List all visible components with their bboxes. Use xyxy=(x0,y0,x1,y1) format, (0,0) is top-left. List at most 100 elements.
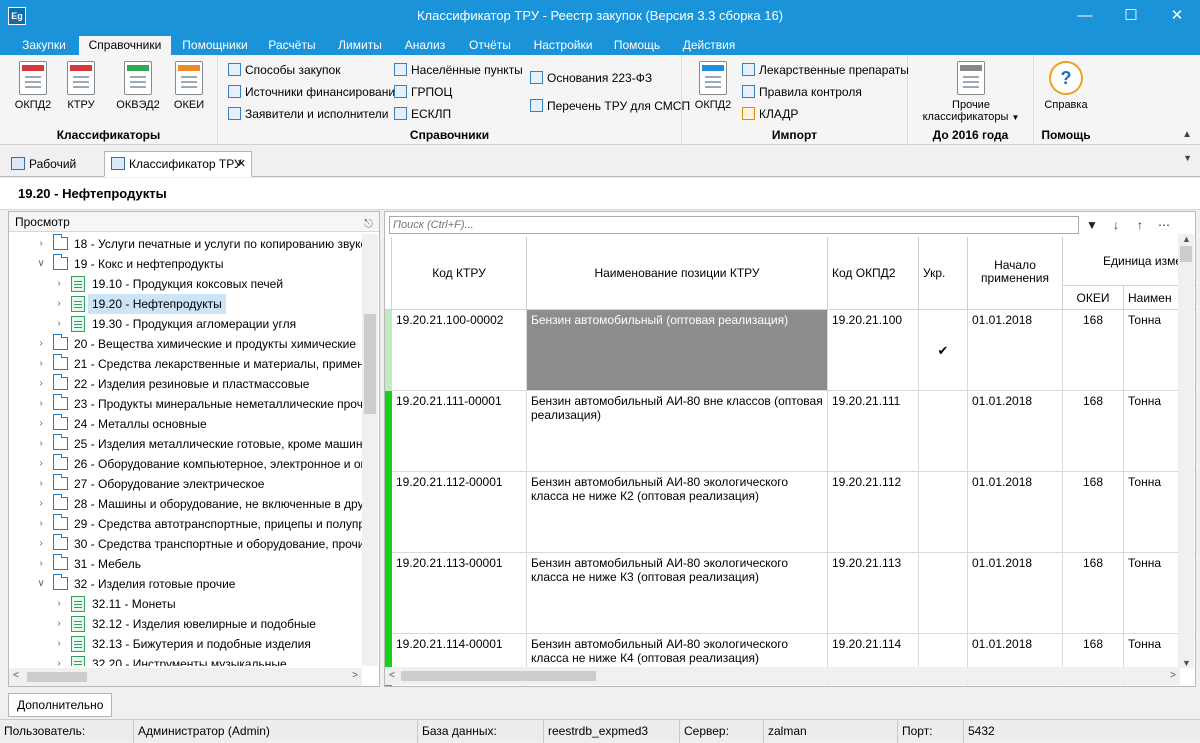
scroll-left-icon[interactable]: < xyxy=(13,670,19,681)
tree-item[interactable]: › 18 - Услуги печатные и услуги по копиро… xyxy=(9,234,362,254)
tree-item[interactable]: › 20 - Вещества химические и продукты хим… xyxy=(9,334,362,354)
tree-item[interactable]: › 32.12 - Изделия ювелирные и подобные xyxy=(9,614,362,634)
chevron-right-icon[interactable]: › xyxy=(53,314,65,334)
tree-item[interactable]: › 26 - Оборудование компьютерное, электро… xyxy=(9,454,362,474)
tree-item[interactable]: ∨ 19 - Кокс и нефтепродукты xyxy=(9,254,362,274)
tree-item[interactable]: › 30 - Средства транспортные и оборудован… xyxy=(9,534,362,554)
move-up-icon[interactable]: ↑ xyxy=(1131,216,1149,234)
tab-spravochniki[interactable]: Справочники xyxy=(79,36,171,55)
col-header-start[interactable]: Начало применения xyxy=(968,237,1063,310)
scroll-right-icon[interactable]: > xyxy=(352,670,358,681)
scroll-up-icon[interactable]: ▲ xyxy=(1182,234,1191,244)
chevron-right-icon[interactable]: › xyxy=(35,454,47,474)
tab-analiz[interactable]: Анализ xyxy=(398,36,452,55)
tree-hscroll-thumb[interactable] xyxy=(27,672,87,682)
close-button[interactable]: ✕ xyxy=(1154,0,1200,32)
tab-pomoshchniki[interactable]: Помощники xyxy=(178,36,252,55)
col-header-ukr[interactable]: Укр. xyxy=(919,237,968,310)
tree-item[interactable]: › 19.30 - Продукция агломерации угля xyxy=(9,314,362,334)
move-down-icon[interactable]: ↓ xyxy=(1107,216,1125,234)
cell-ukr[interactable] xyxy=(919,391,968,472)
cell-start[interactable]: 01.01.2018 xyxy=(968,553,1063,634)
pin-icon[interactable]: ⎋ xyxy=(364,214,373,234)
chevron-down-icon[interactable]: ∨ xyxy=(35,574,47,594)
tab-ktru-classifier[interactable]: Классификатор ТРУ ✕ xyxy=(104,151,252,177)
tree-horizontal-scrollbar[interactable]: < > xyxy=(9,668,362,686)
chevron-right-icon[interactable]: › xyxy=(35,474,47,494)
tree-scroll-thumb[interactable] xyxy=(364,314,376,414)
filter-icon[interactable]: ▼ xyxy=(1083,216,1101,234)
chevron-right-icon[interactable]: › xyxy=(35,394,47,414)
cell-okei[interactable]: 168 xyxy=(1063,472,1124,553)
chevron-right-icon[interactable]: › xyxy=(35,354,47,374)
chevron-right-icon[interactable]: › xyxy=(35,514,47,534)
cell-name[interactable]: Бензин автомобильный АИ-80 вне классов (… xyxy=(527,391,828,472)
chevron-right-icon[interactable]: › xyxy=(35,554,47,574)
kladr-button[interactable]: КЛАДР xyxy=(742,105,798,123)
tree-item[interactable]: › 22 - Изделия резиновые и пластмассовые xyxy=(9,374,362,394)
chevron-right-icon[interactable]: › xyxy=(35,434,47,454)
tree-item[interactable]: › 24 - Металлы основные xyxy=(9,414,362,434)
chevron-right-icon[interactable]: › xyxy=(35,534,47,554)
tab-limity[interactable]: Лимиты xyxy=(332,36,388,55)
chevron-right-icon[interactable]: › xyxy=(53,634,65,654)
tree-item[interactable]: › 25 - Изделия металлические готовые, кро… xyxy=(9,434,362,454)
grpoc-button[interactable]: ГРПОЦ xyxy=(394,83,452,101)
funding-sources-button[interactable]: Источники финансирования xyxy=(228,83,402,101)
control-rules-button[interactable]: Правила контроля xyxy=(742,83,862,101)
cell-okei[interactable]: 168 xyxy=(1063,310,1124,391)
tree-item[interactable]: › 28 - Машины и оборудование, не включенн… xyxy=(9,494,362,514)
grid-hscroll-thumb[interactable] xyxy=(401,671,596,681)
basis-223-button[interactable]: Основания 223-ФЗ xyxy=(530,69,652,87)
tab-otchety[interactable]: Отчёты xyxy=(460,36,520,55)
tree-item[interactable]: › 27 - Оборудование электрическое xyxy=(9,474,362,494)
cell-start[interactable]: 01.01.2018 xyxy=(968,310,1063,391)
esklp-button[interactable]: ЕСКЛП xyxy=(394,105,451,123)
grid-scroll-left-icon[interactable]: < xyxy=(389,670,395,681)
chevron-right-icon[interactable]: › xyxy=(53,294,65,314)
cell-ukr[interactable]: ✔ xyxy=(919,310,968,391)
scroll-down-icon[interactable]: ▼ xyxy=(1182,658,1191,668)
smsp-list-button[interactable]: Перечень ТРУ для СМСП xyxy=(530,97,690,115)
chevron-right-icon[interactable]: › xyxy=(53,594,65,614)
cell-okei[interactable]: 168 xyxy=(1063,391,1124,472)
col-header-name[interactable]: Наименование позиции КТРУ xyxy=(527,237,828,310)
help-button[interactable]: ? Справка xyxy=(1038,61,1094,111)
grid-vertical-scrollbar[interactable]: ▲ ▼ xyxy=(1178,234,1194,668)
import-okpd2-button[interactable]: ОКПД2 xyxy=(690,61,736,111)
tree-item[interactable]: ∨ 32 - Изделия готовые прочие xyxy=(9,574,362,594)
cell-ktru[interactable]: 19.20.21.111-00001 xyxy=(392,391,527,472)
applicants-button[interactable]: Заявители и исполнители xyxy=(228,105,389,123)
tree-item[interactable]: › 29 - Средства автотранспортные, прицепы… xyxy=(9,514,362,534)
chevron-right-icon[interactable]: › xyxy=(35,234,47,254)
tree-item[interactable]: › 21 - Средства лекарственные и материалы… xyxy=(9,354,362,374)
grid-scroll-thumb[interactable] xyxy=(1180,246,1192,262)
procurement-methods-button[interactable]: Способы закупок xyxy=(228,61,340,79)
col-header-okpd2[interactable]: Код ОКПД2 xyxy=(828,237,919,310)
tree-item[interactable]: › 31 - Мебель xyxy=(9,554,362,574)
okved2-button[interactable]: ОКВЭД2 xyxy=(112,61,164,111)
grid-scroll-right-icon[interactable]: > xyxy=(1170,670,1176,681)
tree-item[interactable]: › 32.11 - Монеты xyxy=(9,594,362,614)
drugs-import-button[interactable]: Лекарственные препараты xyxy=(742,61,909,79)
cell-okpd2[interactable]: 19.20.21.112 xyxy=(828,472,919,553)
settlements-button[interactable]: Населённые пункты xyxy=(394,61,523,79)
tree-item[interactable]: › 19.10 - Продукция коксовых печей xyxy=(9,274,362,294)
other-classifiers-button[interactable]: Прочие классификаторы ▼ xyxy=(914,61,1028,123)
tab-deystviya[interactable]: Действия xyxy=(676,36,742,55)
tab-raschety[interactable]: Расчёты xyxy=(262,36,322,55)
chevron-right-icon[interactable]: › xyxy=(35,414,47,434)
cell-okei[interactable]: 168 xyxy=(1063,553,1124,634)
cell-start[interactable]: 01.01.2018 xyxy=(968,391,1063,472)
collapse-ribbon-icon[interactable]: ▲ xyxy=(1182,129,1192,140)
tree-item[interactable]: › 32.20 - Инструменты музыкальные xyxy=(9,654,362,666)
okpd2-button[interactable]: ОКПД2 xyxy=(8,61,58,111)
cell-okpd2[interactable]: 19.20.21.111 xyxy=(828,391,919,472)
cell-okpd2[interactable]: 19.20.21.113 xyxy=(828,553,919,634)
additional-button[interactable]: Дополнительно xyxy=(8,693,113,717)
chevron-right-icon[interactable]: › xyxy=(53,614,65,634)
tab-nastroyki[interactable]: Настройки xyxy=(528,36,598,55)
tabs-menu-icon[interactable]: ▼ xyxy=(1183,153,1192,163)
cell-name[interactable]: Бензин автомобильный АИ-80 экологическог… xyxy=(527,472,828,553)
search-input[interactable] xyxy=(389,216,1079,234)
